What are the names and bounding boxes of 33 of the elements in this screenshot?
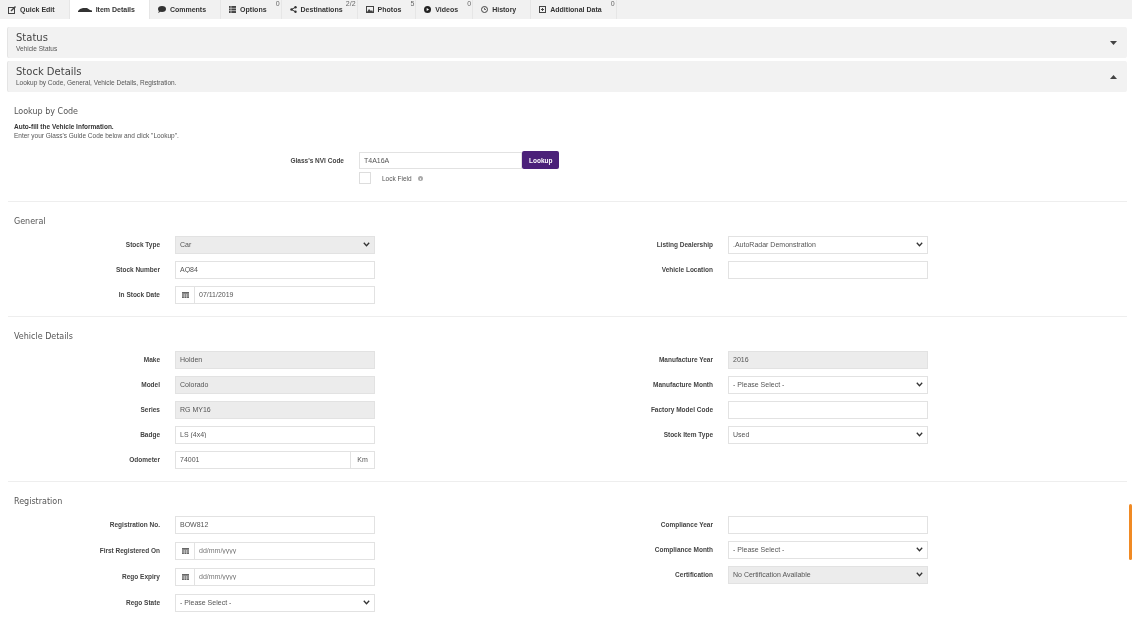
list-icon (229, 6, 237, 13)
car-icon (77, 6, 92, 13)
plus-square-icon (539, 6, 547, 13)
chevron-down-icon (916, 432, 923, 437)
chevron-down-icon (363, 242, 370, 247)
text-field[interactable] (728, 400, 928, 419)
chevron-down-icon (363, 600, 370, 605)
chevron-down-icon (916, 242, 923, 247)
chevron-down-icon (916, 572, 923, 577)
calendar-icon (181, 573, 189, 580)
chevron-down-icon (916, 382, 923, 387)
calendar-icon (181, 547, 189, 554)
speech-bubble-icon (157, 6, 166, 13)
info-icon (417, 175, 423, 181)
caret-down-icon[interactable] (1110, 40, 1117, 45)
calendar-icon (181, 291, 189, 298)
chevron-down-icon (916, 547, 923, 552)
share-icon (289, 6, 297, 13)
text-field[interactable] (728, 260, 928, 279)
edit-icon (8, 5, 16, 14)
section-title: General (14, 217, 46, 226)
image-icon (365, 6, 374, 13)
section-title: Registration (14, 497, 63, 506)
checkbox[interactable] (359, 172, 371, 184)
scroll-indicator (1129, 504, 1132, 560)
text-field[interactable] (728, 515, 928, 534)
caret-up-icon[interactable] (1110, 74, 1117, 79)
section-title: Vehicle Details (14, 332, 73, 341)
section-title: Lookup by Code (14, 107, 79, 116)
play-circle-icon (424, 6, 432, 13)
panel-title: Stock Details (16, 66, 83, 78)
panel-title: Status (16, 32, 49, 44)
clock-icon (481, 6, 489, 13)
